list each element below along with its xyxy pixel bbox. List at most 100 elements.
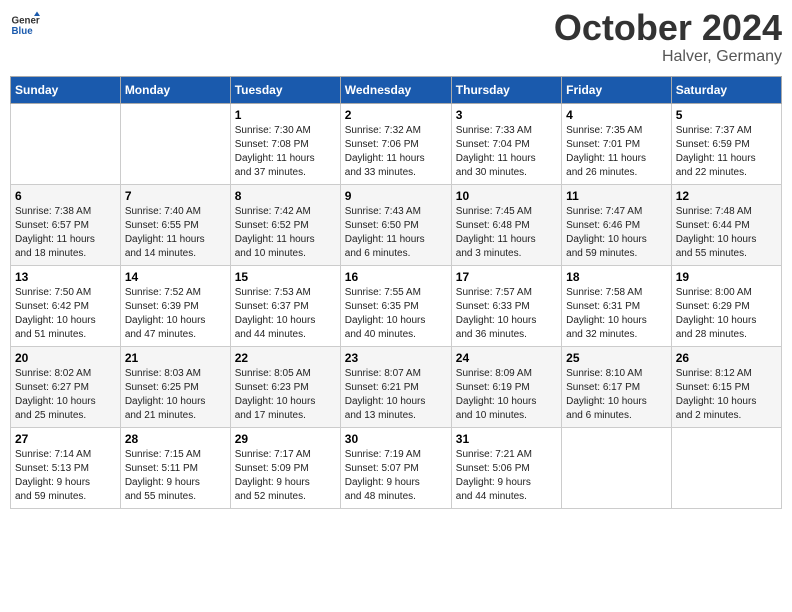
weekday-header: Monday bbox=[120, 77, 230, 104]
day-number: 3 bbox=[456, 108, 557, 122]
calendar-cell bbox=[11, 104, 121, 185]
calendar-cell: 15 Sunrise: 7:53 AM Sunset: 6:37 PM Dayli… bbox=[230, 266, 340, 347]
day-info: Sunrise: 7:55 AM Sunset: 6:35 PM Dayligh… bbox=[345, 286, 447, 342]
day-info: Sunrise: 7:14 AM Sunset: 5:13 PM Dayligh… bbox=[15, 448, 116, 504]
calendar-cell: 3Sunrise: 7:33 AM Sunset: 7:04 PM Daylig… bbox=[451, 104, 561, 185]
calendar-cell: 29 Sunrise: 7:17 AM Sunset: 5:09 PM Dayli… bbox=[230, 428, 340, 509]
calendar-cell: 28 Sunrise: 7:15 AM Sunset: 5:11 PM Dayli… bbox=[120, 428, 230, 509]
day-info: Sunrise: 7:57 AM Sunset: 6:33 PM Dayligh… bbox=[456, 286, 557, 342]
day-number: 18 bbox=[566, 270, 667, 284]
day-number: 15 bbox=[235, 270, 336, 284]
day-number: 5 bbox=[676, 108, 777, 122]
calendar-cell: 26 Sunrise: 8:12 AM Sunset: 6:15 PM Dayli… bbox=[671, 347, 781, 428]
day-info: Sunrise: 7:47 AM Sunset: 6:46 PM Dayligh… bbox=[566, 205, 667, 261]
day-number: 22 bbox=[235, 351, 336, 365]
day-number: 9 bbox=[345, 189, 447, 203]
day-info: Sunrise: 8:10 AM Sunset: 6:17 PM Dayligh… bbox=[566, 367, 667, 423]
day-info: Sunrise: 7:58 AM Sunset: 6:31 PM Dayligh… bbox=[566, 286, 667, 342]
calendar-cell: 2Sunrise: 7:32 AM Sunset: 7:06 PM Daylig… bbox=[340, 104, 451, 185]
calendar-cell: 22 Sunrise: 8:05 AM Sunset: 6:23 PM Dayli… bbox=[230, 347, 340, 428]
day-number: 7 bbox=[125, 189, 226, 203]
calendar-cell: 16 Sunrise: 7:55 AM Sunset: 6:35 PM Dayli… bbox=[340, 266, 451, 347]
logo: General Blue bbox=[10, 10, 40, 40]
day-info: Sunrise: 7:43 AM Sunset: 6:50 PM Dayligh… bbox=[345, 205, 447, 261]
calendar-cell: 17 Sunrise: 7:57 AM Sunset: 6:33 PM Dayli… bbox=[451, 266, 561, 347]
day-info: Sunrise: 7:38 AM Sunset: 6:57 PM Dayligh… bbox=[15, 205, 116, 261]
day-info: Sunrise: 7:30 AM Sunset: 7:08 PM Dayligh… bbox=[235, 124, 336, 180]
day-number: 10 bbox=[456, 189, 557, 203]
calendar-cell: 13 Sunrise: 7:50 AM Sunset: 6:42 PM Dayli… bbox=[11, 266, 121, 347]
day-number: 16 bbox=[345, 270, 447, 284]
month-title: October 2024 bbox=[554, 10, 782, 46]
day-info: Sunrise: 7:32 AM Sunset: 7:06 PM Dayligh… bbox=[345, 124, 447, 180]
day-number: 17 bbox=[456, 270, 557, 284]
day-number: 24 bbox=[456, 351, 557, 365]
day-info: Sunrise: 7:21 AM Sunset: 5:06 PM Dayligh… bbox=[456, 448, 557, 504]
title-area: October 2024 Halver, Germany bbox=[554, 10, 782, 66]
calendar-cell: 9 Sunrise: 7:43 AM Sunset: 6:50 PM Daylig… bbox=[340, 185, 451, 266]
calendar-week-row: 27 Sunrise: 7:14 AM Sunset: 5:13 PM Dayli… bbox=[11, 428, 782, 509]
page-header: General Blue October 2024 Halver, German… bbox=[10, 10, 782, 66]
calendar-cell: 18 Sunrise: 7:58 AM Sunset: 6:31 PM Dayli… bbox=[562, 266, 672, 347]
calendar-cell: 31 Sunrise: 7:21 AM Sunset: 5:06 PM Dayli… bbox=[451, 428, 561, 509]
calendar-cell bbox=[671, 428, 781, 509]
weekday-header: Sunday bbox=[11, 77, 121, 104]
day-info: Sunrise: 8:03 AM Sunset: 6:25 PM Dayligh… bbox=[125, 367, 226, 423]
day-number: 25 bbox=[566, 351, 667, 365]
day-info: Sunrise: 7:53 AM Sunset: 6:37 PM Dayligh… bbox=[235, 286, 336, 342]
calendar-cell: 19 Sunrise: 8:00 AM Sunset: 6:29 PM Dayli… bbox=[671, 266, 781, 347]
day-info: Sunrise: 7:17 AM Sunset: 5:09 PM Dayligh… bbox=[235, 448, 336, 504]
day-number: 23 bbox=[345, 351, 447, 365]
calendar-cell: 8Sunrise: 7:42 AM Sunset: 6:52 PM Daylig… bbox=[230, 185, 340, 266]
logo-icon: General Blue bbox=[10, 10, 40, 40]
day-number: 19 bbox=[676, 270, 777, 284]
calendar-week-row: 20 Sunrise: 8:02 AM Sunset: 6:27 PM Dayli… bbox=[11, 347, 782, 428]
weekday-header: Friday bbox=[562, 77, 672, 104]
day-info: Sunrise: 8:05 AM Sunset: 6:23 PM Dayligh… bbox=[235, 367, 336, 423]
calendar-week-row: 6 Sunrise: 7:38 AM Sunset: 6:57 PM Daylig… bbox=[11, 185, 782, 266]
weekday-header: Saturday bbox=[671, 77, 781, 104]
calendar-cell: 4Sunrise: 7:35 AM Sunset: 7:01 PM Daylig… bbox=[562, 104, 672, 185]
day-number: 27 bbox=[15, 432, 116, 446]
calendar-cell: 10Sunrise: 7:45 AM Sunset: 6:48 PM Dayli… bbox=[451, 185, 561, 266]
day-number: 21 bbox=[125, 351, 226, 365]
day-info: Sunrise: 8:12 AM Sunset: 6:15 PM Dayligh… bbox=[676, 367, 777, 423]
day-info: Sunrise: 8:07 AM Sunset: 6:21 PM Dayligh… bbox=[345, 367, 447, 423]
calendar-cell: 23 Sunrise: 8:07 AM Sunset: 6:21 PM Dayli… bbox=[340, 347, 451, 428]
day-number: 12 bbox=[676, 189, 777, 203]
day-number: 30 bbox=[345, 432, 447, 446]
day-number: 31 bbox=[456, 432, 557, 446]
day-number: 20 bbox=[15, 351, 116, 365]
day-info: Sunrise: 7:37 AM Sunset: 6:59 PM Dayligh… bbox=[676, 124, 777, 180]
calendar-cell: 14Sunrise: 7:52 AM Sunset: 6:39 PM Dayli… bbox=[120, 266, 230, 347]
calendar-cell bbox=[562, 428, 672, 509]
day-info: Sunrise: 7:15 AM Sunset: 5:11 PM Dayligh… bbox=[125, 448, 226, 504]
calendar-cell: 6 Sunrise: 7:38 AM Sunset: 6:57 PM Daylig… bbox=[11, 185, 121, 266]
weekday-header: Thursday bbox=[451, 77, 561, 104]
calendar-cell: 12Sunrise: 7:48 AM Sunset: 6:44 PM Dayli… bbox=[671, 185, 781, 266]
location: Halver, Germany bbox=[554, 48, 782, 66]
weekday-header: Wednesday bbox=[340, 77, 451, 104]
calendar-week-row: 1Sunrise: 7:30 AM Sunset: 7:08 PM Daylig… bbox=[11, 104, 782, 185]
day-info: Sunrise: 8:02 AM Sunset: 6:27 PM Dayligh… bbox=[15, 367, 116, 423]
day-number: 28 bbox=[125, 432, 226, 446]
calendar-cell: 5 Sunrise: 7:37 AM Sunset: 6:59 PM Daylig… bbox=[671, 104, 781, 185]
calendar-cell: 20 Sunrise: 8:02 AM Sunset: 6:27 PM Dayli… bbox=[11, 347, 121, 428]
day-number: 13 bbox=[15, 270, 116, 284]
day-number: 29 bbox=[235, 432, 336, 446]
day-number: 4 bbox=[566, 108, 667, 122]
calendar-table: SundayMondayTuesdayWednesdayThursdayFrid… bbox=[10, 76, 782, 509]
calendar-header-row: SundayMondayTuesdayWednesdayThursdayFrid… bbox=[11, 77, 782, 104]
day-number: 14 bbox=[125, 270, 226, 284]
calendar-cell: 7 Sunrise: 7:40 AM Sunset: 6:55 PM Daylig… bbox=[120, 185, 230, 266]
calendar-cell: 11Sunrise: 7:47 AM Sunset: 6:46 PM Dayli… bbox=[562, 185, 672, 266]
day-info: Sunrise: 7:40 AM Sunset: 6:55 PM Dayligh… bbox=[125, 205, 226, 261]
day-info: Sunrise: 8:09 AM Sunset: 6:19 PM Dayligh… bbox=[456, 367, 557, 423]
calendar-cell bbox=[120, 104, 230, 185]
day-info: Sunrise: 8:00 AM Sunset: 6:29 PM Dayligh… bbox=[676, 286, 777, 342]
day-number: 26 bbox=[676, 351, 777, 365]
weekday-header: Tuesday bbox=[230, 77, 340, 104]
day-info: Sunrise: 7:50 AM Sunset: 6:42 PM Dayligh… bbox=[15, 286, 116, 342]
day-number: 6 bbox=[15, 189, 116, 203]
calendar-cell: 21 Sunrise: 8:03 AM Sunset: 6:25 PM Dayli… bbox=[120, 347, 230, 428]
